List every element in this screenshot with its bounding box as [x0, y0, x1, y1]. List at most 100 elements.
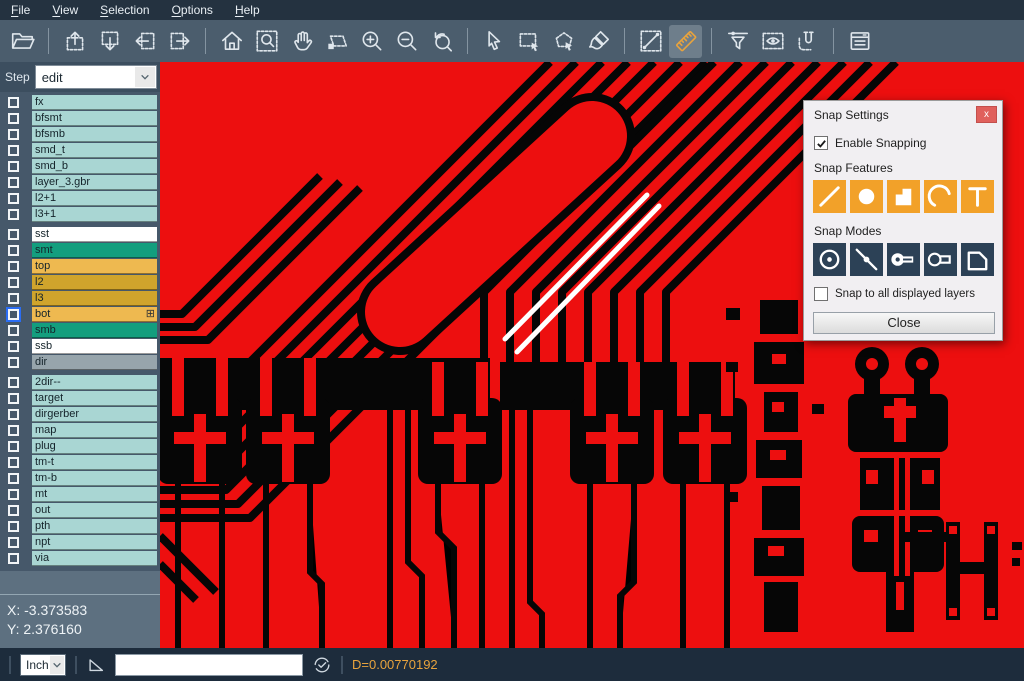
close-button[interactable]: Close — [813, 312, 995, 334]
menu-view[interactable]: View — [41, 1, 89, 20]
open-folder-button[interactable] — [6, 25, 39, 58]
layer-label-bfsmb[interactable]: bfsmb — [32, 127, 157, 142]
layer-checkbox-bfsmt[interactable] — [8, 113, 19, 124]
layer-checkbox-npt[interactable] — [8, 537, 19, 548]
zoom-window-button[interactable] — [250, 25, 283, 58]
layer-checkbox-smd_b[interactable] — [8, 161, 19, 172]
layer-row-fx[interactable]: fx — [0, 95, 160, 110]
snap-point-button[interactable] — [850, 243, 883, 276]
layer-checkbox-mt[interactable] — [8, 489, 19, 500]
menu-options[interactable]: Options — [161, 1, 224, 20]
layer-label-smt[interactable]: smt — [32, 243, 157, 258]
sync-check-icon[interactable] — [312, 655, 332, 675]
layer-checkbox-sst[interactable] — [8, 229, 19, 240]
layer-label-tm-t[interactable]: tm-t — [32, 455, 157, 470]
enable-snapping-checkbox[interactable] — [814, 136, 828, 150]
layer-row-bfsmt[interactable]: bfsmt — [0, 111, 160, 126]
layer-checkbox-tm-b[interactable] — [8, 473, 19, 484]
layer-label-dirgerber[interactable]: dirgerber — [32, 407, 157, 422]
pan-right-button[interactable] — [163, 25, 196, 58]
unit-select[interactable]: Inch — [20, 654, 66, 676]
layer-label-mt[interactable]: mt — [32, 487, 157, 502]
layer-label-via[interactable]: via — [32, 551, 157, 566]
layer-row-dir[interactable]: dir — [0, 355, 160, 370]
report-button[interactable] — [843, 25, 876, 58]
layer-checkbox-smd_t[interactable] — [8, 145, 19, 156]
menu-file[interactable]: File — [0, 1, 41, 20]
layer-checkbox-l2[interactable] — [8, 277, 19, 288]
layer-row-smd_b[interactable]: smd_b — [0, 159, 160, 174]
layer-row-ssb[interactable]: ssb — [0, 339, 160, 354]
layer-checkbox-l3[interactable] — [8, 293, 19, 304]
layer-checkbox-bot[interactable] — [8, 309, 19, 320]
layer-label-l3+1[interactable]: l3+1 — [32, 207, 157, 222]
layer-label-bfsmt[interactable]: bfsmt — [32, 111, 157, 126]
layer-checkbox-l3+1[interactable] — [8, 209, 19, 220]
layer-label-pth[interactable]: pth — [32, 519, 157, 534]
layer-label-map[interactable]: map — [32, 423, 157, 438]
layer-checkbox-map[interactable] — [8, 425, 19, 436]
measure-line-button[interactable] — [634, 25, 667, 58]
layer-label-top[interactable]: top — [32, 259, 157, 274]
layer-row-map[interactable]: map — [0, 423, 160, 438]
layer-label-smb[interactable]: smb — [32, 323, 157, 338]
snap-line-button[interactable] — [813, 180, 846, 213]
layer-row-l2[interactable]: l2 — [0, 275, 160, 290]
layer-row-bot[interactable]: bot⊞ — [0, 307, 160, 322]
layer-checkbox-2dir--[interactable] — [8, 377, 19, 388]
layer-label-bot[interactable]: bot⊞ — [32, 307, 157, 322]
layer-label-2dir--[interactable]: 2dir-- — [32, 375, 157, 390]
layer-row-mt[interactable]: mt — [0, 487, 160, 502]
layer-label-ssb[interactable]: ssb — [32, 339, 157, 354]
layer-checkbox-pth[interactable] — [8, 521, 19, 532]
layer-label-fx[interactable]: fx — [32, 95, 157, 110]
layer-label-smd_b[interactable]: smd_b — [32, 159, 157, 174]
layer-checkbox-tm-t[interactable] — [8, 457, 19, 468]
layer-label-l3[interactable]: l3 — [32, 291, 157, 306]
select-rectangle-button[interactable] — [512, 25, 545, 58]
snap-circle-button[interactable] — [850, 180, 883, 213]
layer-row-npt[interactable]: npt — [0, 535, 160, 550]
layer-row-pth[interactable]: pth — [0, 519, 160, 534]
layer-checkbox-via[interactable] — [8, 553, 19, 564]
layer-label-npt[interactable]: npt — [32, 535, 157, 550]
select-pointer-button[interactable] — [477, 25, 510, 58]
layer-checkbox-dir[interactable] — [8, 357, 19, 368]
snap-slot-filled-button[interactable] — [887, 243, 920, 276]
layer-label-sst[interactable]: sst — [32, 227, 157, 242]
menu-selection[interactable]: Selection — [89, 1, 160, 20]
layer-checkbox-l2+1[interactable] — [8, 193, 19, 204]
layer-row-smt[interactable]: smt — [0, 243, 160, 258]
layer-row-l3[interactable]: l3 — [0, 291, 160, 306]
all-layers-checkbox[interactable] — [814, 287, 828, 301]
layer-checkbox-bfsmb[interactable] — [8, 129, 19, 140]
layer-checkbox-ssb[interactable] — [8, 341, 19, 352]
view-area-button[interactable] — [756, 25, 789, 58]
pan-left-button[interactable] — [128, 25, 161, 58]
snap-arc-button[interactable] — [924, 180, 957, 213]
ruler-button[interactable] — [669, 25, 702, 58]
layer-checkbox-top[interactable] — [8, 261, 19, 272]
layer-label-l2+1[interactable]: l2+1 — [32, 191, 157, 206]
layer-row-sst[interactable]: sst — [0, 227, 160, 242]
layer-row-smb[interactable]: smb — [0, 323, 160, 338]
layer-row-l3+1[interactable]: l3+1 — [0, 207, 160, 222]
snap-slot-outline-button[interactable] — [924, 243, 957, 276]
snap-outline-button[interactable] — [961, 243, 994, 276]
select-polygon-button[interactable] — [547, 25, 580, 58]
layer-checkbox-plug[interactable] — [8, 441, 19, 452]
measure-input[interactable] — [115, 654, 303, 676]
layer-label-l2[interactable]: l2 — [32, 275, 157, 290]
layer-row-dirgerber[interactable]: dirgerber — [0, 407, 160, 422]
snap-text-button[interactable] — [961, 180, 994, 213]
layer-row-smd_t[interactable]: smd_t — [0, 143, 160, 158]
layer-label-plug[interactable]: plug — [32, 439, 157, 454]
layer-label-out[interactable]: out — [32, 503, 157, 518]
layer-checkbox-smt[interactable] — [8, 245, 19, 256]
layer-checkbox-dirgerber[interactable] — [8, 409, 19, 420]
zoom-previous-button[interactable] — [425, 25, 458, 58]
menu-help[interactable]: Help — [224, 1, 271, 20]
step-select[interactable]: edit — [35, 65, 157, 89]
layer-row-tm-t[interactable]: tm-t — [0, 455, 160, 470]
layer-checkbox-target[interactable] — [8, 393, 19, 404]
